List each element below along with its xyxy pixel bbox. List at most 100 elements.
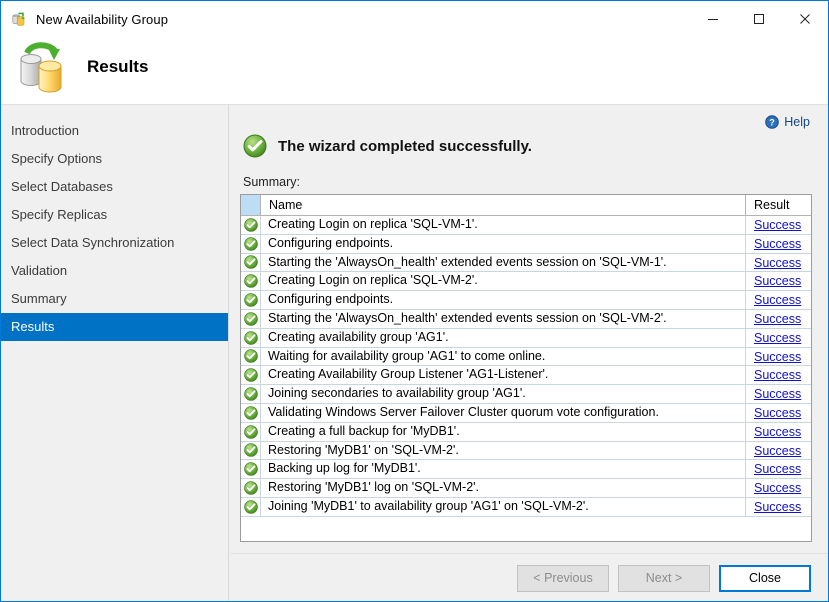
column-header-status[interactable] (241, 195, 261, 215)
table-row[interactable]: Joining 'MyDB1' to availability group 'A… (241, 498, 811, 517)
result-link[interactable]: Success (754, 444, 801, 458)
replication-databases-icon (13, 39, 79, 97)
table-row[interactable]: Restoring 'MyDB1' on 'SQL-VM-2'. Success (241, 442, 811, 461)
table-row[interactable]: Creating Availability Group Listener 'AG… (241, 366, 811, 385)
table-cell-result[interactable]: Success (746, 310, 811, 328)
sidebar-item-specify-options[interactable]: Specify Options (1, 145, 228, 173)
table-cell-result[interactable]: Success (746, 329, 811, 347)
result-link[interactable]: Success (754, 331, 801, 345)
sidebar-item-validation[interactable]: Validation (1, 257, 228, 285)
result-link[interactable]: Success (754, 237, 801, 251)
table-cell-name: Backing up log for 'MyDB1'. (261, 460, 746, 478)
table-cell-result[interactable]: Success (746, 348, 811, 366)
result-link[interactable]: Success (754, 368, 801, 382)
result-link[interactable]: Success (754, 312, 801, 326)
wizard-window: New Availability Group (0, 0, 829, 602)
success-check-icon (241, 385, 261, 403)
table-cell-name: Starting the 'AlwaysOn_health' extended … (261, 310, 746, 328)
table-cell-result[interactable]: Success (746, 272, 811, 290)
table-row[interactable]: Validating Windows Server Failover Clust… (241, 404, 811, 423)
table-cell-name: Creating Availability Group Listener 'AG… (261, 366, 746, 384)
sidebar-item-select-data-synchronization[interactable]: Select Data Synchronization (1, 229, 228, 257)
table-cell-result[interactable]: Success (746, 235, 811, 253)
wizard-steps-sidebar: Introduction Specify Options Select Data… (1, 105, 229, 601)
status-text: The wizard completed successfully. (278, 138, 532, 155)
page-title: Results (87, 57, 148, 77)
table-cell-result[interactable]: Success (746, 498, 811, 516)
success-check-icon (241, 254, 261, 272)
table-cell-result[interactable]: Success (746, 216, 811, 234)
sidebar-item-summary[interactable]: Summary (1, 285, 228, 313)
summary-label: Summary: (243, 175, 300, 189)
help-link[interactable]: ? Help (765, 115, 810, 129)
table-row[interactable]: Backing up log for 'MyDB1'. Success (241, 460, 811, 479)
result-link[interactable]: Success (754, 425, 801, 439)
table-row[interactable]: Creating availability group 'AG1'.Succes… (241, 329, 811, 348)
table-row[interactable]: Configuring endpoints.Success (241, 235, 811, 254)
table-cell-result[interactable]: Success (746, 442, 811, 460)
table-row[interactable]: Joining secondaries to availability grou… (241, 385, 811, 404)
previous-button[interactable]: < Previous (517, 565, 609, 592)
success-check-icon (241, 291, 261, 309)
wizard-footer: < Previous Next > Close (231, 554, 828, 602)
table-row[interactable]: Starting the 'AlwaysOn_health' extended … (241, 254, 811, 273)
table-header-row: Name Result (241, 195, 811, 216)
table-row[interactable]: Starting the 'AlwaysOn_health' extended … (241, 310, 811, 329)
table-cell-result[interactable]: Success (746, 404, 811, 422)
sidebar-item-specify-replicas[interactable]: Specify Replicas (1, 201, 228, 229)
success-check-icon (241, 348, 261, 366)
close-button[interactable] (782, 1, 828, 37)
table-cell-name: Starting the 'AlwaysOn_health' extended … (261, 254, 746, 272)
table-cell-name: Joining 'MyDB1' to availability group 'A… (261, 498, 746, 516)
status-message: The wizard completed successfully. (243, 134, 532, 158)
success-check-icon (241, 235, 261, 253)
window-controls (690, 1, 828, 37)
table-cell-name: Restoring 'MyDB1' on 'SQL-VM-2'. (261, 442, 746, 460)
results-table: Name Result Creating Login on replica 'S… (240, 194, 812, 542)
success-check-icon (241, 272, 261, 290)
result-link[interactable]: Success (754, 406, 801, 420)
table-row[interactable]: Creating a full backup for 'MyDB1'.Succe… (241, 423, 811, 442)
result-link[interactable]: Success (754, 256, 801, 270)
success-check-icon (241, 460, 261, 478)
table-cell-name: Validating Windows Server Failover Clust… (261, 404, 746, 422)
result-link[interactable]: Success (754, 293, 801, 307)
table-row[interactable]: Configuring endpoints.Success (241, 291, 811, 310)
wizard-header: Results (1, 37, 828, 104)
table-cell-result[interactable]: Success (746, 460, 811, 478)
success-check-icon (241, 404, 261, 422)
table-cell-result[interactable]: Success (746, 479, 811, 497)
table-cell-result[interactable]: Success (746, 385, 811, 403)
table-row[interactable]: Restoring 'MyDB1' log on 'SQL-VM-2'.Succ… (241, 479, 811, 498)
result-link[interactable]: Success (754, 350, 801, 364)
sidebar-item-select-databases[interactable]: Select Databases (1, 173, 228, 201)
table-cell-name: Joining secondaries to availability grou… (261, 385, 746, 403)
table-cell-result[interactable]: Success (746, 366, 811, 384)
table-row[interactable]: Creating Login on replica 'SQL-VM-2'.Suc… (241, 272, 811, 291)
result-link[interactable]: Success (754, 274, 801, 288)
table-row[interactable]: Creating Login on replica 'SQL-VM-1'.Suc… (241, 216, 811, 235)
result-link[interactable]: Success (754, 481, 801, 495)
success-check-icon (241, 366, 261, 384)
table-row[interactable]: Waiting for availability group 'AG1' to … (241, 348, 811, 367)
result-link[interactable]: Success (754, 387, 801, 401)
success-check-icon (241, 216, 261, 234)
result-link[interactable]: Success (754, 462, 801, 476)
column-header-result[interactable]: Result (746, 195, 811, 215)
result-link[interactable]: Success (754, 218, 801, 232)
result-link[interactable]: Success (754, 500, 801, 514)
close-wizard-button[interactable]: Close (719, 565, 811, 592)
success-check-icon (241, 442, 261, 460)
maximize-button[interactable] (736, 1, 782, 37)
table-cell-result[interactable]: Success (746, 423, 811, 441)
window-title: New Availability Group (36, 12, 168, 27)
sidebar-item-results[interactable]: Results (1, 313, 228, 341)
content-pane: ? Help The wizard completed successfully… (231, 105, 828, 601)
table-cell-result[interactable]: Success (746, 254, 811, 272)
next-button[interactable]: Next > (618, 565, 710, 592)
table-cell-result[interactable]: Success (746, 291, 811, 309)
minimize-button[interactable] (690, 1, 736, 37)
sidebar-item-introduction[interactable]: Introduction (1, 117, 228, 145)
column-header-name[interactable]: Name (261, 195, 746, 215)
success-check-icon (241, 479, 261, 497)
